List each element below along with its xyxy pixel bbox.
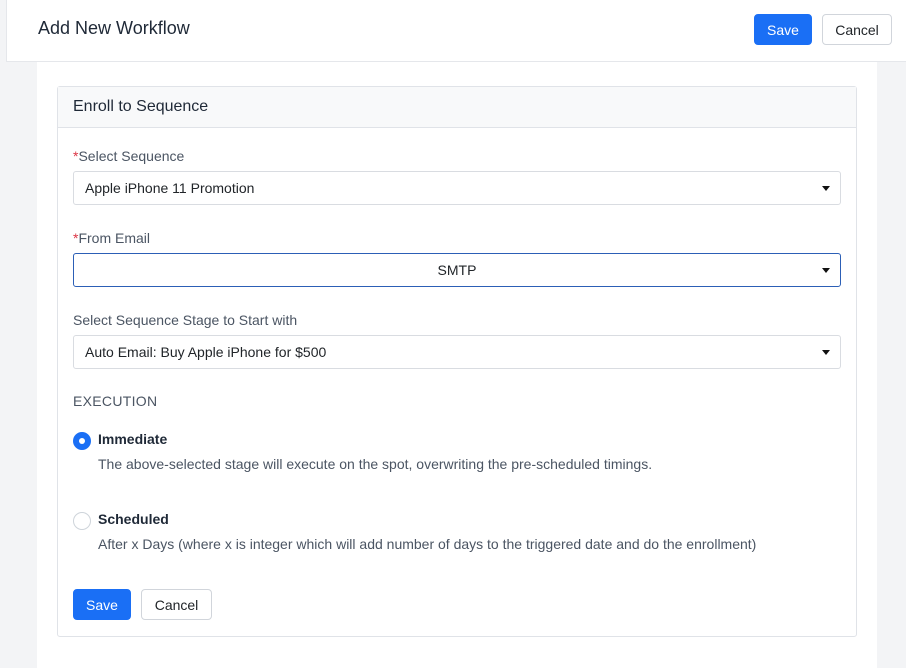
page-header: Add New Workflow Save Cancel xyxy=(6,0,906,62)
select-sequence-value: Apple iPhone 11 Promotion xyxy=(85,180,255,196)
scheduled-option-description: After x Days (where x is integer which w… xyxy=(98,536,757,552)
from-email-label: *From Email xyxy=(73,230,151,246)
execution-heading: EXECUTION xyxy=(73,393,158,409)
scheduled-radio[interactable] xyxy=(73,512,91,530)
enroll-sequence-card: Enroll to Sequence *Select Sequence Appl… xyxy=(57,86,857,637)
caret-down-icon xyxy=(822,186,830,191)
caret-down-icon xyxy=(822,350,830,355)
select-sequence-label: *Select Sequence xyxy=(73,148,185,164)
select-sequence-dropdown[interactable]: Apple iPhone 11 Promotion xyxy=(73,171,841,205)
form-save-button[interactable]: Save xyxy=(73,589,131,620)
main-content: Enroll to Sequence *Select Sequence Appl… xyxy=(37,62,877,668)
from-email-dropdown[interactable]: SMTP xyxy=(73,253,841,287)
immediate-option-description: The above-selected stage will execute on… xyxy=(98,456,653,472)
page-title: Add New Workflow xyxy=(38,18,190,38)
immediate-option-title[interactable]: Immediate xyxy=(98,431,167,447)
header-save-button[interactable]: Save xyxy=(754,14,812,45)
card-title: Enroll to Sequence xyxy=(58,87,856,128)
form-cancel-button[interactable]: Cancel xyxy=(141,589,212,620)
sequence-stage-label: Select Sequence Stage to Start with xyxy=(73,312,298,328)
sequence-stage-value: Auto Email: Buy Apple iPhone for $500 xyxy=(85,344,327,360)
caret-down-icon xyxy=(822,268,830,273)
from-email-value: SMTP xyxy=(437,262,477,278)
immediate-radio[interactable] xyxy=(73,432,91,450)
sequence-stage-dropdown[interactable]: Auto Email: Buy Apple iPhone for $500 xyxy=(73,335,841,369)
scheduled-option-title[interactable]: Scheduled xyxy=(98,511,169,527)
header-cancel-button[interactable]: Cancel xyxy=(822,14,892,45)
